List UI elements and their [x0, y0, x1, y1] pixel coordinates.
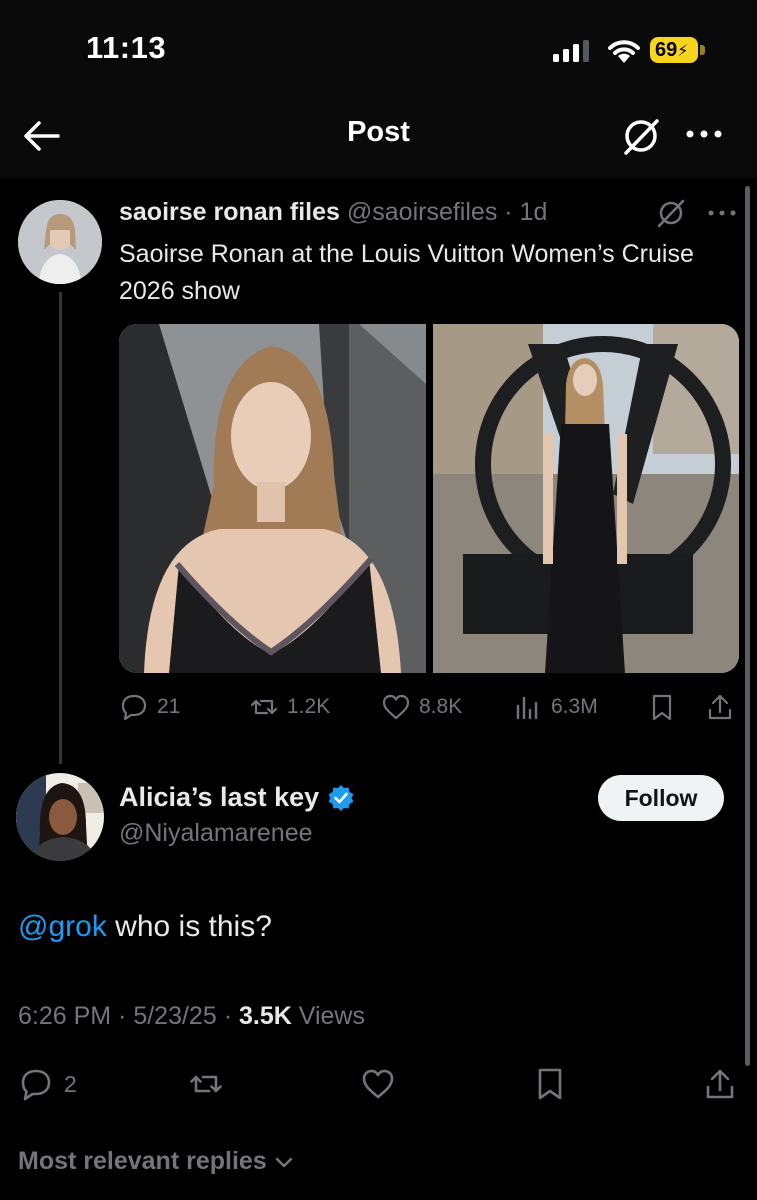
post-date: 5/23/25	[133, 1002, 217, 1030]
reply-count: 21	[157, 695, 181, 718]
bookmark-button[interactable]	[532, 1064, 578, 1104]
post-header: saoirse ronan files @saoirsefiles · 1d	[119, 198, 548, 226]
status-time: 11:13	[86, 30, 167, 65]
reply-author-name[interactable]: Alicia’s last key	[119, 782, 319, 813]
post-text: Saoirse Ronan at the Louis Vuitton Women…	[119, 240, 694, 305]
post-author-name[interactable]: saoirse ronan files	[119, 198, 340, 226]
repost-button[interactable]	[188, 1064, 234, 1104]
reply-author-handle[interactable]: @Niyalamarenee	[119, 819, 313, 848]
reply-body: who is this?	[106, 910, 272, 943]
bookmark-icon	[538, 1068, 562, 1100]
bookmark-icon	[652, 694, 672, 721]
post-meta: 6:26 PM · 5/23/25 · 3.5K Views	[18, 1002, 365, 1030]
share-button[interactable]	[705, 690, 743, 724]
heart-icon	[362, 1069, 394, 1099]
reply-icon	[21, 1069, 51, 1101]
reply-button[interactable]: 21	[119, 690, 180, 724]
more-options-icon[interactable]	[684, 124, 724, 144]
views-button[interactable]: 6.3M	[513, 690, 598, 724]
bookmark-button[interactable]	[647, 690, 685, 724]
post-author-handle[interactable]: @saoirsefiles	[347, 198, 497, 226]
verified-badge-icon	[328, 784, 354, 811]
thread-connector	[59, 292, 62, 764]
post-actions: 21 1.2K 8.8K 6.3M	[119, 690, 739, 724]
reply-actions: 2	[18, 1064, 740, 1104]
repost-count: 1.2K	[287, 695, 331, 718]
like-button[interactable]	[360, 1064, 406, 1104]
replies-sort-dropdown[interactable]: Most relevant replies	[18, 1147, 295, 1176]
post-age: 1d	[519, 198, 548, 226]
battery-icon: 69⚡	[650, 37, 706, 63]
heart-icon	[382, 694, 410, 720]
status-bar: 11:13 69⚡	[0, 0, 757, 100]
follow-button[interactable]: Follow	[598, 775, 724, 821]
reply-author: Alicia’s last key	[119, 782, 355, 813]
sort-label: Most relevant replies	[18, 1147, 267, 1175]
more-options-icon[interactable]	[706, 205, 738, 221]
like-count: 8.8K	[419, 695, 463, 718]
avatar[interactable]	[16, 773, 104, 861]
views-count: 6.3M	[551, 695, 598, 718]
reply-count: 2	[64, 1070, 77, 1097]
share-icon	[706, 1069, 734, 1099]
mention-link[interactable]: @grok	[18, 910, 107, 943]
repost-button[interactable]: 1.2K	[249, 690, 330, 724]
views-icon	[516, 696, 538, 720]
views-label: Views	[298, 1002, 365, 1030]
grok-icon[interactable]	[620, 115, 662, 157]
post-time: 6:26 PM	[18, 1002, 112, 1030]
repost-icon	[190, 1075, 222, 1093]
repost-icon	[250, 699, 278, 715]
wifi-icon	[608, 40, 640, 63]
post-photo[interactable]	[119, 324, 426, 673]
reply-icon	[121, 694, 147, 721]
avatar[interactable]	[18, 200, 102, 284]
grok-icon[interactable]	[654, 198, 688, 228]
chevron-down-icon	[275, 1157, 292, 1167]
like-button[interactable]: 8.8K	[381, 690, 462, 724]
cellular-signal-icon	[553, 40, 589, 62]
post-photo[interactable]	[433, 324, 739, 673]
scrollbar[interactable]	[745, 186, 750, 1066]
views-total: 3.5K	[238, 1002, 292, 1030]
reply-button[interactable]: 2	[18, 1064, 77, 1104]
post-media[interactable]	[119, 324, 739, 673]
share-button[interactable]	[702, 1064, 748, 1104]
reply-text: @grok who is this?	[18, 910, 272, 944]
share-icon	[708, 694, 732, 720]
header: Post	[0, 100, 757, 178]
battery-level: 69	[655, 39, 678, 61]
